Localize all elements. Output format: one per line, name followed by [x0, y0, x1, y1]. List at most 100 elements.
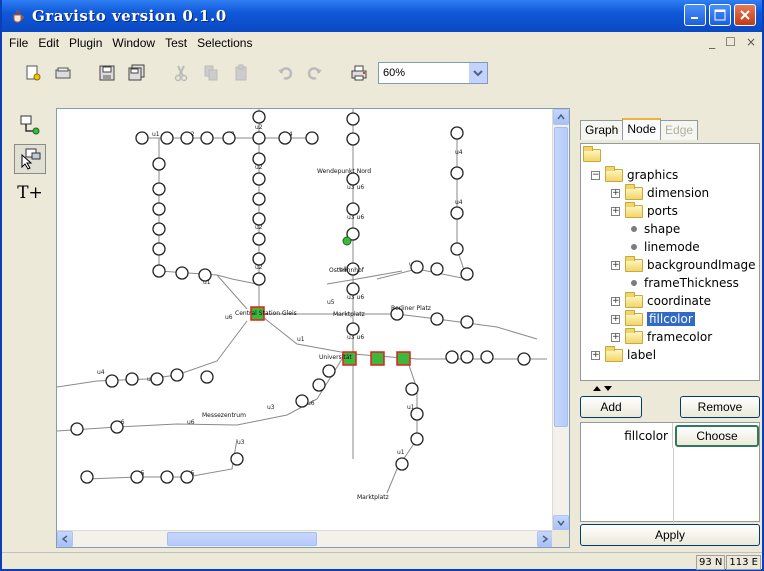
menu-file[interactable]: File	[4, 36, 33, 50]
minimize-icon[interactable]	[684, 4, 706, 26]
tree-item-label: graphics	[627, 168, 679, 182]
column-divider	[673, 448, 674, 523]
svg-text:u4: u4	[455, 199, 463, 206]
scroll-up-icon[interactable]	[553, 109, 569, 125]
text-tool-icon[interactable]: T+	[14, 178, 46, 208]
tree-item-label: framecolor	[647, 330, 713, 344]
status-bar: 93 N 113 E	[2, 552, 762, 571]
graph-canvas[interactable]: u1u2u3u4 u2u2u2u2 u6u3 u6u3 u6u3 u6u3 u6…	[57, 109, 553, 531]
scroll-down-icon[interactable]	[553, 515, 569, 531]
tree-item-coordinate[interactable]: + coordinate	[611, 291, 711, 310]
attribute-value-table: fillcolor Choose	[580, 422, 760, 523]
menu-window[interactable]: Window	[107, 36, 160, 50]
graph-drawing[interactable]: u1u2u3u4 u2u2u2u2 u6u3 u6u3 u6u3 u6u3 u6…	[57, 109, 553, 531]
vertical-scroll-thumb[interactable]	[554, 127, 568, 427]
remove-button[interactable]: Remove	[680, 396, 760, 418]
print-icon[interactable]	[348, 62, 370, 84]
folder-icon	[625, 183, 643, 200]
svg-text:u3: u3	[267, 404, 275, 411]
menu-bar: File Edit Plugin Window Test Selections …	[2, 32, 762, 54]
tree-item-fillcolor[interactable]: + fillcolor	[611, 309, 695, 328]
copy-icon[interactable]	[200, 62, 222, 84]
vertical-scrollbar[interactable]	[552, 109, 569, 531]
svg-text:u3: u3	[237, 439, 245, 446]
tree-item-linemode[interactable]: linemode	[629, 238, 700, 256]
title-bar[interactable]: Gravisto version 0.1.0	[2, 0, 762, 32]
select-tool-icon[interactable]	[14, 144, 46, 174]
tree-item-label: fillcolor	[647, 312, 695, 326]
tree-item-ports[interactable]: + ports	[611, 201, 678, 220]
folder-icon	[625, 255, 643, 272]
expand-icon[interactable]: +	[611, 332, 620, 342]
expand-icon[interactable]: +	[611, 314, 620, 324]
cut-icon[interactable]	[170, 62, 192, 84]
svg-text:u1: u1	[152, 131, 160, 138]
paste-icon[interactable]	[230, 62, 252, 84]
save-all-icon[interactable]	[126, 62, 148, 84]
property-name-cell: fillcolor	[581, 423, 673, 448]
menu-edit[interactable]: Edit	[33, 36, 64, 50]
tree-item-shape[interactable]: shape	[629, 220, 680, 238]
graph-tool-icon[interactable]	[14, 110, 46, 140]
leaf-bullet-icon	[631, 244, 637, 250]
open-icon[interactable]	[52, 62, 74, 84]
tab-graph[interactable]: Graph	[580, 120, 624, 140]
tree-item-framecolor[interactable]: + framecolor	[611, 327, 713, 346]
leaf-bullet-icon	[631, 280, 637, 286]
new-graph-icon[interactable]	[22, 62, 44, 84]
choose-button[interactable]: Choose	[675, 425, 759, 447]
graph-node-label: Wendepunkt Nord	[317, 168, 371, 175]
expand-icon[interactable]: +	[611, 188, 620, 198]
folder-icon	[625, 201, 643, 218]
horizontal-scroll-thumb[interactable]	[167, 532, 317, 546]
apply-button[interactable]: Apply	[580, 524, 760, 546]
text-tool-label: T+	[17, 183, 43, 203]
tree-item-backgroundimage[interactable]: + backgroundImage	[611, 255, 756, 274]
tree-item-label: backgroundImage	[647, 258, 756, 272]
svg-text:u6: u6	[187, 419, 195, 426]
menu-test[interactable]: Test	[160, 36, 192, 50]
collapse-icon[interactable]: −	[591, 170, 600, 180]
folder-open-icon	[625, 309, 643, 326]
redo-icon[interactable]	[304, 62, 326, 84]
mdi-minimize-icon[interactable]: _	[709, 35, 715, 49]
scroll-left-icon[interactable]	[57, 531, 73, 547]
chevron-down-icon[interactable]	[469, 63, 487, 83]
tree-item-label: label	[627, 348, 657, 362]
tree-item-label: ports	[647, 204, 678, 218]
tab-node[interactable]: Node	[622, 118, 662, 140]
tab-edge: Edge	[660, 120, 699, 140]
tree-item-label: linemode	[644, 240, 700, 254]
window-title: Gravisto version 0.1.0	[32, 7, 227, 25]
maximize-icon[interactable]	[709, 4, 731, 26]
expand-icon[interactable]: +	[591, 350, 600, 360]
add-button[interactable]: Add	[580, 396, 642, 418]
tree-item-framethickness[interactable]: frameThickness	[629, 274, 739, 292]
horizontal-scrollbar[interactable]	[57, 530, 553, 547]
graph-node-label: Messezentrum	[202, 412, 246, 419]
tool-palette: T+	[14, 110, 48, 208]
scroll-right-icon[interactable]	[537, 531, 553, 547]
tree-item-graphics[interactable]: − graphics	[591, 165, 679, 184]
expand-icon[interactable]: +	[611, 296, 620, 306]
graph-node-label: Berliner Platz	[391, 305, 431, 312]
close-icon[interactable]	[734, 4, 756, 26]
folder-icon	[605, 345, 623, 362]
tree-root[interactable]	[583, 145, 605, 164]
svg-text:u2: u2	[255, 124, 263, 131]
graph-node-label: Universität	[319, 354, 352, 361]
menu-selections[interactable]: Selections	[192, 36, 257, 50]
undo-icon[interactable]	[274, 62, 296, 84]
folder-icon	[605, 165, 623, 182]
attribute-tree[interactable]: − graphics + dimension + ports shape lin…	[580, 143, 760, 381]
tree-item-label-node[interactable]: + label	[591, 345, 657, 364]
zoom-combobox[interactable]: 60%	[378, 62, 488, 84]
mdi-restore-icon[interactable]: ☐	[725, 35, 736, 49]
splitter-arrows-icon[interactable]	[592, 384, 614, 394]
tree-item-dimension[interactable]: + dimension	[611, 183, 709, 202]
mdi-close-icon[interactable]: ×	[746, 35, 756, 49]
menu-plugin[interactable]: Plugin	[64, 36, 107, 50]
save-icon[interactable]	[96, 62, 118, 84]
expand-icon[interactable]: +	[611, 206, 620, 216]
expand-icon[interactable]: +	[611, 260, 620, 270]
